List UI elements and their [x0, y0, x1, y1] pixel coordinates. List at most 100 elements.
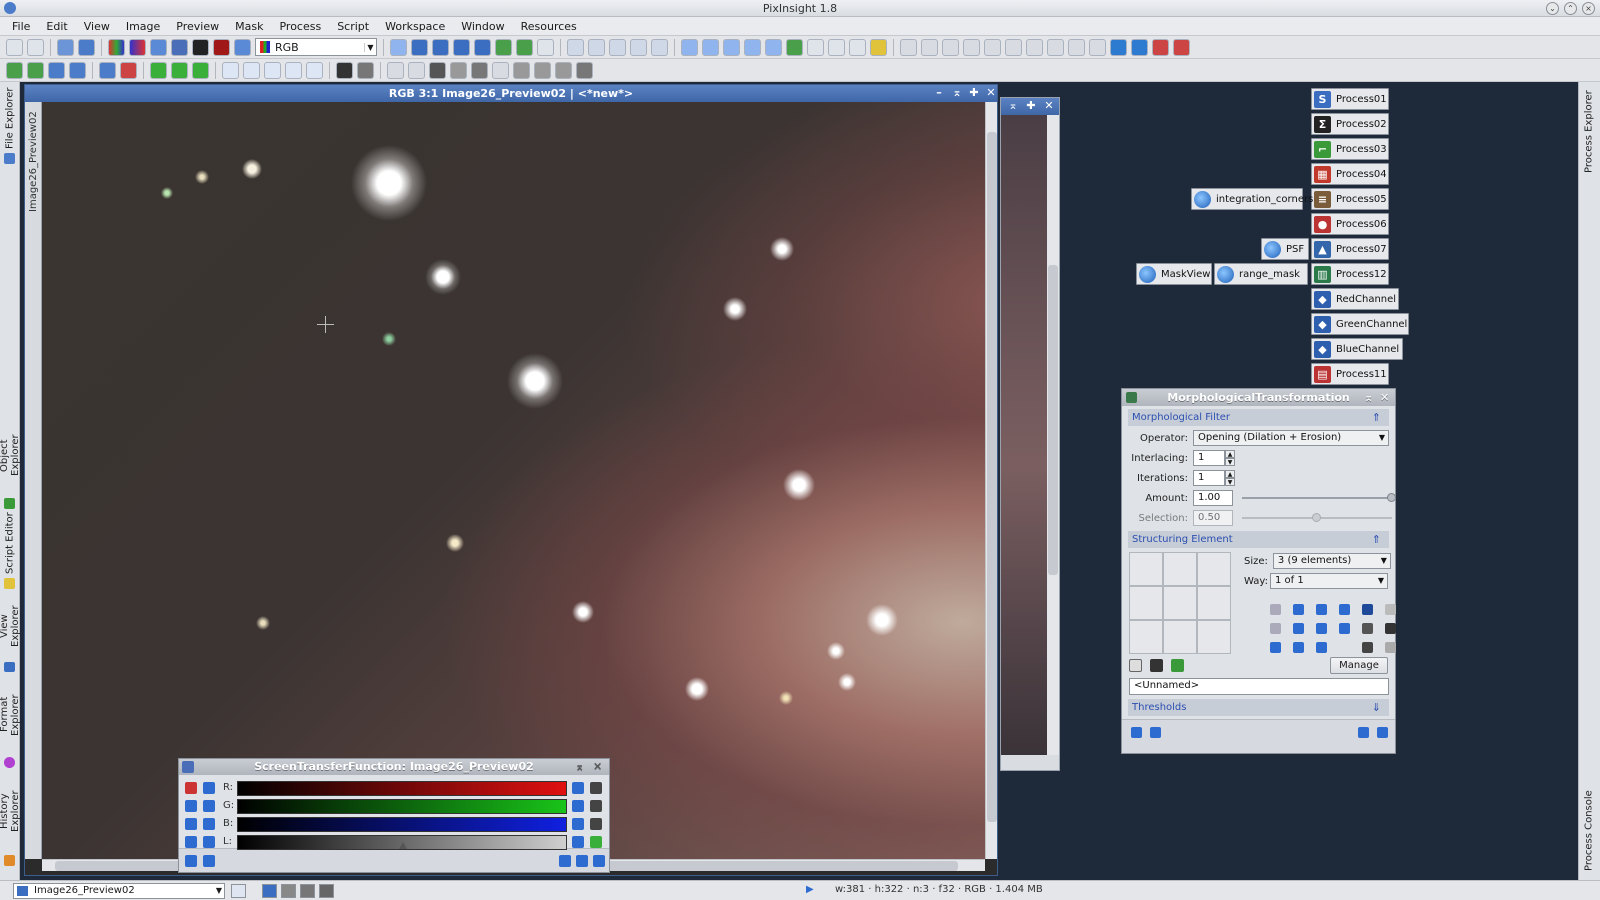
new-image-icon[interactable] — [57, 38, 74, 56]
section-structuring-element[interactable]: Structuring Element ⇑ — [1128, 531, 1389, 548]
display-mode-icon[interactable] — [262, 884, 277, 898]
grid-cell[interactable] — [1163, 620, 1197, 654]
stf-link-icon[interactable] — [185, 782, 197, 794]
process-icon-10[interactable] — [1089, 38, 1106, 56]
reset-channel-icon[interactable] — [590, 782, 602, 794]
process-icon-process07[interactable]: ▲ Process07 — [1311, 238, 1389, 260]
script-icon-2[interactable] — [27, 61, 44, 79]
display-mode-icon[interactable] — [281, 884, 296, 898]
channel-swap-icon[interactable] — [129, 38, 146, 56]
new-instance-icon[interactable] — [185, 855, 197, 867]
geometry-icon-4[interactable] — [285, 61, 302, 79]
script-icon-5[interactable] — [99, 61, 116, 79]
display-mode-icon-10[interactable] — [534, 61, 551, 79]
auto-stretch-icon[interactable] — [572, 800, 584, 812]
dialog-title-bar[interactable]: MorphologicalTransformation ⌅ ✕ — [1122, 389, 1395, 406]
tab-script-editor[interactable]: Script Editor — [1, 512, 19, 590]
fit-view-icon[interactable] — [411, 38, 428, 56]
tab-file-explorer[interactable]: File Explorer — [1, 86, 19, 166]
display-mode-icon[interactable] — [300, 884, 315, 898]
tab-process-console[interactable]: Process Console — [1580, 786, 1598, 876]
readout-icon[interactable] — [495, 38, 512, 56]
menu-view[interactable]: View — [76, 17, 118, 35]
track-view-icon[interactable] — [576, 855, 588, 867]
undo-icon[interactable] — [6, 38, 23, 56]
zoom-out-icon[interactable] — [588, 38, 605, 56]
apply-icon[interactable] — [559, 855, 571, 867]
grid-cell[interactable] — [1129, 552, 1163, 586]
display-mode-icon-7[interactable] — [471, 61, 488, 79]
struct-tool-icon[interactable] — [1316, 642, 1327, 653]
stf-mode-icon[interactable] — [203, 782, 215, 794]
iterations-input[interactable]: 1 — [1193, 470, 1225, 486]
interlacing-input[interactable]: 1 — [1193, 450, 1225, 466]
process-icon-process11[interactable]: ▤ Process11 — [1311, 363, 1389, 385]
step-up-icon[interactable]: ▲ — [1225, 450, 1235, 458]
auto-stretch-icon[interactable] — [234, 38, 251, 56]
view-selector[interactable]: Image26_Preview02 ▼ — [13, 883, 225, 899]
selection-slider[interactable] — [1242, 513, 1392, 523]
struct-tool-icon[interactable] — [1293, 642, 1304, 653]
mask-invert-icon[interactable] — [192, 61, 209, 79]
grid-cell[interactable] — [1129, 586, 1163, 620]
grid-cell[interactable] — [1163, 552, 1197, 586]
menu-mask[interactable]: Mask — [227, 17, 271, 35]
struct-tool-icon[interactable] — [1270, 642, 1281, 653]
selection-input[interactable]: 0.50 — [1193, 510, 1233, 526]
section-thresholds[interactable]: Thresholds ⇓ — [1128, 699, 1389, 716]
display-mode-icon[interactable] — [319, 884, 334, 898]
expand-icon[interactable]: ⇓ — [1372, 699, 1381, 716]
grid-cell[interactable] — [1163, 586, 1197, 620]
close-icon[interactable]: ✕ — [1380, 389, 1389, 406]
secondary-vertical-scrollbar[interactable] — [1047, 115, 1059, 755]
mask-show-icon[interactable] — [150, 61, 167, 79]
tab-history-explorer[interactable]: History Explorer — [0, 772, 21, 866]
pan-icon[interactable] — [390, 38, 407, 56]
pointer-icon[interactable] — [537, 38, 554, 56]
grid-cell[interactable] — [1197, 552, 1231, 586]
zoom-1-2-icon[interactable] — [630, 38, 647, 56]
view-instance-icon[interactable] — [1150, 727, 1161, 738]
reset-icon[interactable] — [1377, 727, 1388, 738]
shade-icon[interactable]: ⌅ — [575, 759, 584, 775]
tab-object-explorer[interactable]: Object Explorer — [0, 417, 21, 509]
process-icon-12[interactable] — [1131, 38, 1148, 56]
geometry-icon-2[interactable] — [243, 61, 260, 79]
process-icon-redchannel[interactable]: ◆ RedChannel — [1311, 288, 1399, 310]
display-mode-icon-2[interactable] — [357, 61, 374, 79]
tab-format-explorer[interactable]: Format Explorer — [0, 676, 21, 768]
stf-channel-track[interactable] — [237, 817, 567, 832]
struct-tool-icon[interactable] — [1362, 623, 1373, 634]
highlight-icon[interactable] — [870, 38, 887, 56]
edit-preview-icon[interactable] — [702, 38, 719, 56]
script-icon-4[interactable] — [69, 61, 86, 79]
preview-mode-icon[interactable] — [516, 38, 533, 56]
preview-reset-icon[interactable] — [807, 38, 824, 56]
minimize-icon[interactable]: – — [933, 87, 945, 99]
redo-icon[interactable] — [27, 38, 44, 56]
process-icon-bluechannel[interactable]: ◆ BlueChannel — [1311, 338, 1403, 360]
display-mode-icon-12[interactable] — [576, 61, 593, 79]
step-up-icon[interactable]: ▲ — [1225, 470, 1235, 478]
stf-icon[interactable] — [213, 38, 230, 56]
close-icon[interactable]: × — [1582, 2, 1595, 15]
struct-tool-icon[interactable] — [1362, 604, 1373, 615]
grid-cell[interactable] — [1197, 620, 1231, 654]
one-icon[interactable] — [1129, 659, 1142, 672]
struct-tool-icon[interactable] — [1385, 642, 1396, 653]
secondary-image-canvas[interactable] — [1001, 115, 1047, 755]
menu-resources[interactable]: Resources — [513, 17, 585, 35]
preview-copy-icon[interactable] — [828, 38, 845, 56]
zoom-fit-icon[interactable] — [432, 38, 449, 56]
close-icon[interactable]: ✕ — [593, 759, 602, 775]
preview-restore-icon[interactable] — [786, 38, 803, 56]
struct-tool-icon[interactable] — [1316, 623, 1327, 634]
process-icon-3[interactable] — [942, 38, 959, 56]
new-preview-icon[interactable] — [681, 38, 698, 56]
reset-channel-icon[interactable] — [590, 818, 602, 830]
collapse-icon[interactable]: ⇑ — [1372, 531, 1381, 548]
view-instance-icon[interactable] — [203, 855, 215, 867]
secondary-image-title-bar[interactable]: ⌅ ✚ ✕ — [1001, 98, 1059, 115]
zoom-in-icon[interactable] — [567, 38, 584, 56]
stf-mode-icon[interactable] — [203, 800, 215, 812]
